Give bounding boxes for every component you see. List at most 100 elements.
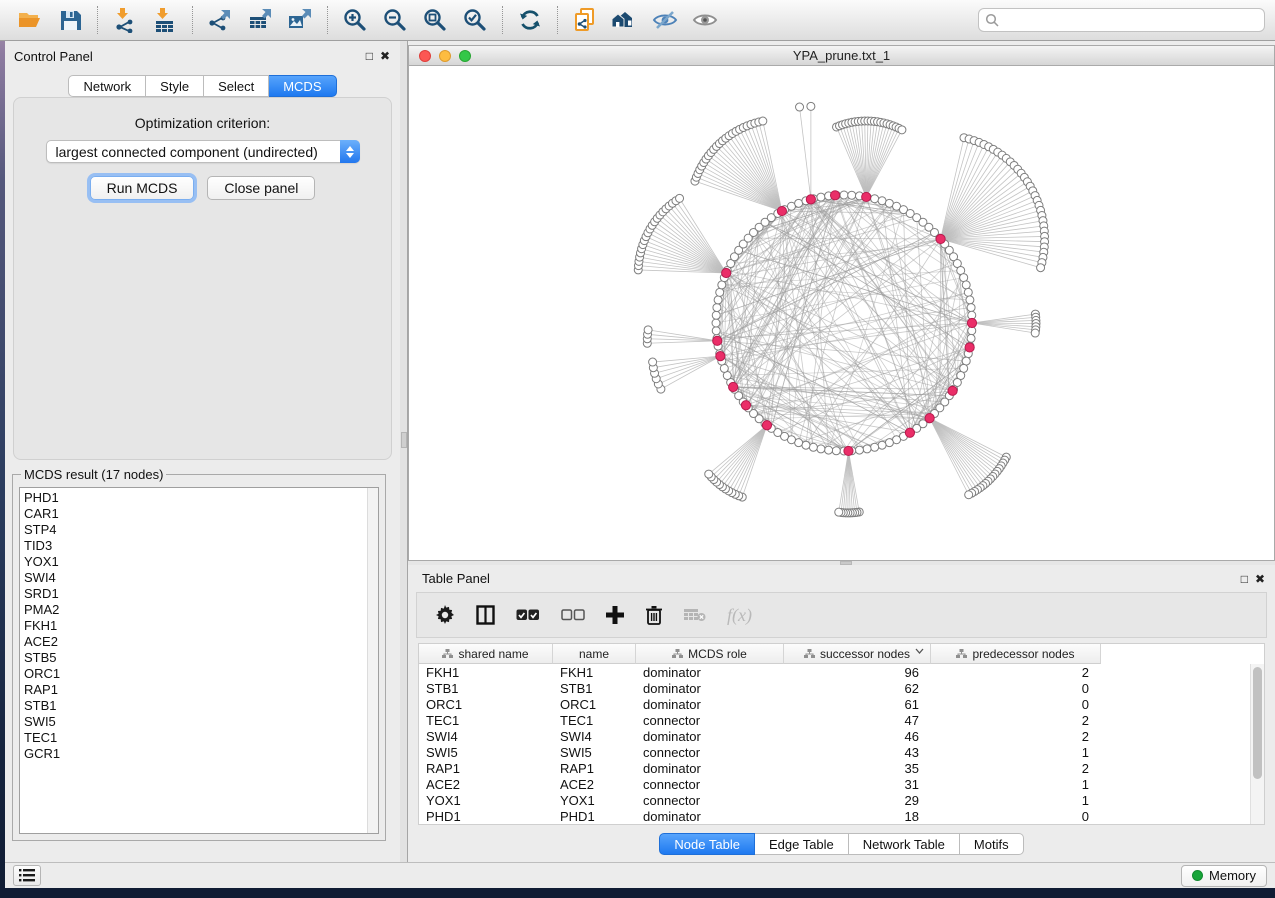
graph-leaf-node[interactable] (676, 194, 684, 202)
graph-node[interactable] (871, 443, 879, 451)
delete-table-button[interactable] (684, 608, 706, 622)
graph-leaf-node[interactable] (649, 358, 657, 366)
graph-leaf-node[interactable] (835, 508, 843, 516)
graph-leaf-node[interactable] (759, 117, 767, 125)
graph-node[interactable] (962, 281, 970, 289)
mcds-result-item[interactable]: ORC1 (24, 666, 367, 682)
graph-hub-node[interactable] (905, 428, 914, 437)
export-network-button[interactable] (200, 3, 240, 37)
graph-leaf-node[interactable] (705, 470, 713, 478)
import-table-button[interactable] (145, 3, 185, 37)
graph-node[interactable] (720, 364, 728, 372)
column-header-shared-name[interactable]: shared name (419, 644, 553, 664)
graph-node[interactable] (716, 288, 724, 296)
mcds-result-item[interactable]: YOX1 (24, 554, 367, 570)
refresh-button[interactable] (510, 3, 550, 37)
tab-edge-table[interactable]: Edge Table (755, 833, 849, 855)
mcds-result-item[interactable]: GCR1 (24, 746, 367, 762)
function-builder-button[interactable]: f(x) (727, 605, 752, 626)
graph-hub-node[interactable] (762, 421, 771, 430)
mcds-result-item[interactable]: STP4 (24, 522, 367, 538)
table-scrollbar[interactable] (1250, 664, 1264, 824)
graph-leaf-node[interactable] (965, 491, 973, 499)
mcds-result-item[interactable]: ACE2 (24, 634, 367, 650)
graph-leaf-node[interactable] (807, 102, 815, 110)
float-panel-icon[interactable]: □ (366, 50, 373, 62)
graph-node[interactable] (871, 195, 879, 203)
graph-node[interactable] (712, 327, 720, 335)
tab-style[interactable]: Style (146, 75, 204, 97)
table-row[interactable]: TEC1TEC1connector472 (419, 712, 1250, 728)
graph-hub-node[interactable] (844, 446, 853, 455)
graph-hub-node[interactable] (965, 343, 974, 352)
graph-node[interactable] (855, 446, 863, 454)
mcds-result-item[interactable]: SWI4 (24, 570, 367, 586)
graph-node[interactable] (848, 191, 856, 199)
graph-leaf-node[interactable] (644, 326, 652, 334)
column-header-predecessor-nodes[interactable]: predecessor nodes (931, 644, 1101, 664)
tab-node-table[interactable]: Node Table (659, 833, 755, 855)
run-mcds-button[interactable]: Run MCDS (90, 176, 195, 200)
table-row[interactable]: RAP1RAP1dominator352 (419, 760, 1250, 776)
export-image-button[interactable] (280, 3, 320, 37)
table-settings-button[interactable] (435, 605, 455, 625)
graph-node[interactable] (817, 445, 825, 453)
first-neighbors-button[interactable] (605, 3, 645, 37)
graph-node[interactable] (809, 443, 817, 451)
graph-node[interactable] (718, 281, 726, 289)
graph-node[interactable] (885, 439, 893, 447)
graph-node[interactable] (967, 334, 975, 342)
graph-hub-node[interactable] (948, 386, 957, 395)
graph-hub-node[interactable] (729, 382, 738, 391)
network-canvas[interactable] (409, 66, 1274, 560)
export-table-button[interactable] (240, 3, 280, 37)
table-scrollbar-thumb[interactable] (1253, 667, 1262, 779)
vertical-splitter[interactable] (400, 41, 408, 862)
tab-motifs[interactable]: Motifs (960, 833, 1024, 855)
graph-leaf-node[interactable] (898, 126, 906, 134)
copy-network-button[interactable] (565, 3, 605, 37)
graph-node[interactable] (967, 304, 975, 312)
table-row[interactable]: SWI5SWI5connector431 (419, 744, 1250, 760)
mcds-result-item[interactable]: STB1 (24, 698, 367, 714)
graph-node[interactable] (863, 445, 871, 453)
graph-hub-node[interactable] (806, 195, 815, 204)
graph-hub-node[interactable] (925, 414, 934, 423)
mcds-result-item[interactable]: FKH1 (24, 618, 367, 634)
mcds-result-item[interactable]: STB5 (24, 650, 367, 666)
search-box[interactable] (978, 8, 1265, 32)
zoom-in-button[interactable] (335, 3, 375, 37)
graph-hub-node[interactable] (722, 268, 731, 277)
column-header-successor-nodes[interactable]: successor nodes (784, 644, 931, 664)
float-panel-icon[interactable]: □ (1241, 573, 1248, 585)
graph-node[interactable] (840, 191, 848, 199)
deselect-all-button[interactable] (561, 608, 585, 622)
graph-node[interactable] (878, 197, 886, 205)
graph-node[interactable] (802, 441, 810, 449)
tab-select[interactable]: Select (204, 75, 269, 97)
close-panel-button[interactable]: Close panel (207, 176, 315, 200)
graph-node[interactable] (964, 288, 972, 296)
column-header-name[interactable]: name (553, 644, 636, 664)
mcds-list-scrollbar[interactable] (367, 488, 378, 833)
graph-node[interactable] (825, 446, 833, 454)
graph-hub-node[interactable] (713, 336, 722, 345)
mcds-result-item[interactable]: RAP1 (24, 682, 367, 698)
graph-leaf-node[interactable] (796, 103, 804, 111)
graph-node[interactable] (960, 274, 968, 282)
mcds-result-item[interactable]: PMA2 (24, 602, 367, 618)
search-input[interactable] (1004, 13, 1258, 28)
hide-selected-button[interactable] (645, 3, 685, 37)
graph-hub-node[interactable] (830, 191, 839, 200)
mcds-result-item[interactable]: PHD1 (24, 490, 367, 506)
mcds-result-item[interactable]: TEC1 (24, 730, 367, 746)
close-panel-icon[interactable]: ✖ (1255, 573, 1265, 585)
graph-hub-node[interactable] (967, 318, 976, 327)
graph-leaf-node[interactable] (1037, 264, 1045, 272)
select-all-button[interactable] (516, 608, 540, 622)
table-row[interactable]: SWI4SWI4dominator462 (419, 728, 1250, 744)
table-row[interactable]: ORC1ORC1dominator610 (419, 696, 1250, 712)
mcds-result-item[interactable]: SRD1 (24, 586, 367, 602)
graph-node[interactable] (713, 304, 721, 312)
table-row[interactable]: FKH1FKH1dominator962 (419, 664, 1250, 680)
